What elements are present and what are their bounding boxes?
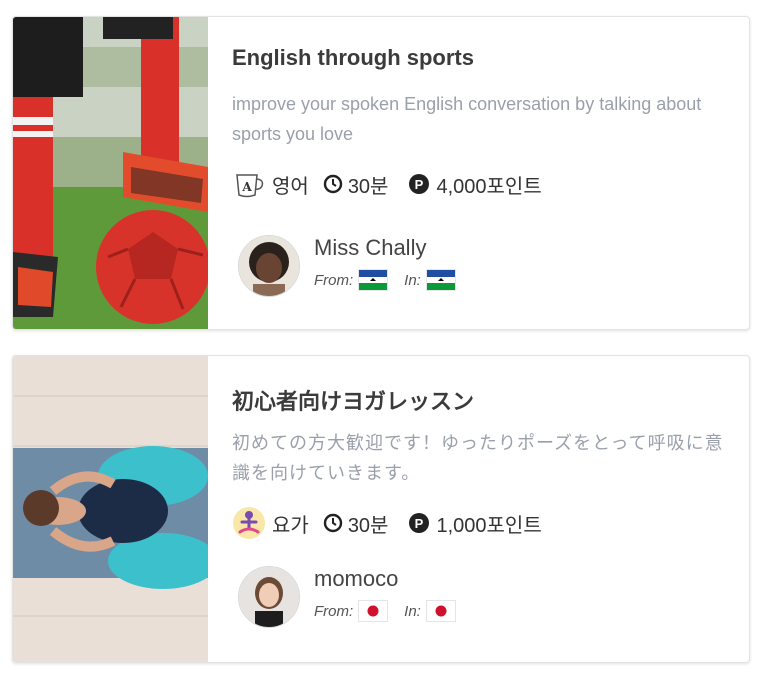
teacher-locations: From: In: [314, 600, 472, 622]
category-label: 영어 [272, 175, 309, 198]
points-icon: P [408, 173, 430, 195]
svg-text:A: A [241, 180, 252, 194]
lesson-title[interactable]: 初心者向けヨガレッスン [232, 384, 474, 416]
clock-icon [323, 174, 343, 194]
lesson-card[interactable]: 初心者向けヨガレッスン 初めての方大歓迎です！ゆったりポーズをとって呼吸に意識を… [12, 355, 750, 663]
coffee-cup-letter-a-icon: A [232, 167, 266, 201]
teacher-info[interactable]: Miss Chally From: In: [238, 235, 658, 297]
teacher-name[interactable]: Miss Chally [314, 235, 426, 261]
lesson-thumbnail-soccer [13, 17, 208, 329]
lesson-card[interactable]: English through sports improve your spok… [12, 16, 750, 330]
in-label: In: [404, 602, 421, 620]
duration-label: 30분 [347, 514, 389, 537]
japan-flag-icon [425, 600, 456, 622]
lesotho-flag-icon [358, 269, 389, 291]
yoga-pose-icon [232, 506, 266, 540]
teacher-locations: From: In: [314, 269, 472, 291]
points-label: 1,000포인트 [436, 514, 542, 537]
lesson-thumbnail-yoga [13, 356, 208, 662]
japan-flag-icon [358, 600, 389, 622]
lesson-title[interactable]: English through sports [232, 45, 474, 71]
lesson-description: improve your spoken English conversation… [232, 94, 702, 144]
lesson-meta: A 영어 30분 P 4,000포인트 [232, 167, 542, 201]
category-label: 요가 [272, 514, 309, 537]
svg-text:P: P [415, 177, 424, 192]
teacher-avatar[interactable] [238, 566, 300, 628]
clock-icon [323, 513, 343, 533]
in-label: In: [404, 271, 421, 289]
points-icon: P [408, 512, 430, 534]
teacher-name[interactable]: momoco [314, 566, 398, 592]
duration-label: 30분 [347, 175, 389, 198]
teacher-avatar[interactable] [238, 235, 300, 297]
lesson-description: 初めての方大歓迎です！ゆったりポーズをとって呼吸に意識を向けていきます。 [232, 433, 724, 483]
from-label: From: [314, 271, 354, 289]
lesotho-flag-icon [425, 269, 456, 291]
teacher-info[interactable]: momoco From: In: [238, 566, 658, 628]
points-label: 4,000포인트 [436, 175, 542, 198]
from-label: From: [314, 602, 354, 620]
lesson-meta: 요가 30분 P 1,000포인트 [232, 506, 542, 540]
svg-text:P: P [415, 516, 424, 531]
